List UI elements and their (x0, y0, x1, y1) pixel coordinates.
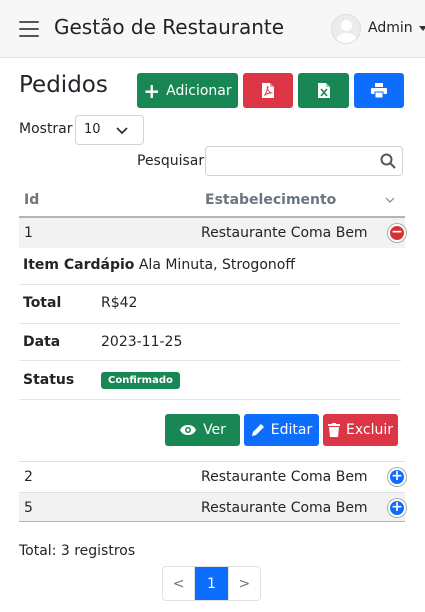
row-id: 1 (24, 225, 33, 241)
divider (19, 284, 401, 285)
search-label: Pesquisar (137, 153, 205, 169)
eye-icon (180, 425, 197, 435)
expand-row-icon[interactable]: + (388, 499, 406, 517)
status-badge: Confirmado (101, 372, 180, 389)
delete-button-label: Excluir (346, 422, 393, 438)
edit-button[interactable]: Editar (244, 414, 319, 446)
table-row[interactable]: 2 Restaurante Coma Bem + (19, 461, 406, 491)
expand-row-icon[interactable]: + (388, 468, 406, 486)
print-button[interactable] (354, 73, 404, 108)
row-establishment: Restaurante Coma Bem (201, 225, 368, 241)
export-excel-button[interactable] (298, 73, 349, 108)
file-pdf-icon (262, 83, 274, 98)
avatar[interactable] (331, 14, 361, 44)
collapse-row-icon[interactable]: − (388, 224, 406, 242)
user-menu-label[interactable]: Admin (368, 20, 413, 36)
search-icon (380, 153, 396, 169)
top-navbar: Gestão de Restaurante Admin (0, 0, 425, 58)
column-header-id[interactable]: Id (24, 192, 39, 208)
caret-down-icon[interactable] (419, 26, 425, 31)
sort-chevron-icon[interactable] (385, 195, 395, 205)
row-id: 2 (24, 469, 33, 485)
edit-button-label: Editar (270, 422, 313, 438)
row-establishment: Restaurante Coma Bem (201, 469, 368, 485)
detail-item: Item Cardápio Ala Minuta, Strogonoff (23, 257, 295, 273)
pagination-previous[interactable]: < (163, 567, 196, 600)
file-excel-icon (317, 83, 330, 98)
detail-total-value: R$42 (101, 295, 138, 311)
divider (19, 399, 401, 400)
pagination-page[interactable]: 1 (195, 567, 228, 600)
add-button[interactable]: + Adicionar (137, 73, 238, 108)
page-title: Pedidos (19, 72, 108, 98)
app-title: Gestão de Restaurante (54, 15, 285, 39)
plus-icon: + (143, 78, 161, 103)
search-input[interactable] (205, 146, 403, 176)
table-row[interactable]: 5 Restaurante Coma Bem + (19, 492, 406, 522)
detail-item-value: Ala Minuta, Strogonoff (138, 257, 295, 273)
divider (19, 360, 401, 361)
view-button-label: Ver (203, 422, 226, 438)
detail-total-label: Total (23, 295, 62, 311)
page-size-value: 10 (84, 122, 101, 137)
pencil-icon (251, 424, 264, 436)
detail-date-label: Data (23, 334, 61, 350)
pagination-next[interactable]: > (227, 567, 260, 600)
detail-date-value: 2023-11-25 (101, 334, 183, 350)
hamburger-menu-icon[interactable] (19, 21, 39, 37)
delete-button[interactable]: Excluir (323, 414, 398, 446)
column-header-establishment[interactable]: Estabelecimento (205, 192, 336, 208)
pagination: < 1 > (162, 566, 261, 601)
divider (19, 323, 401, 324)
add-button-label: Adicionar (166, 82, 232, 99)
view-button[interactable]: Ver (165, 414, 240, 446)
detail-status-label: Status (23, 372, 75, 388)
records-total: Total: 3 registros (19, 543, 136, 559)
detail-item-label: Item Cardápio (23, 257, 135, 273)
row-id: 5 (24, 500, 33, 516)
printer-icon (371, 83, 387, 98)
page-size-select[interactable]: 10 (75, 115, 144, 145)
chevron-down-icon (116, 127, 128, 135)
trash-icon (328, 423, 340, 437)
page-size-label: Mostrar (19, 121, 73, 137)
export-pdf-button[interactable] (243, 73, 293, 108)
table-row[interactable]: 1 Restaurante Coma Bem − (19, 218, 406, 248)
row-establishment: Restaurante Coma Bem (201, 500, 368, 516)
